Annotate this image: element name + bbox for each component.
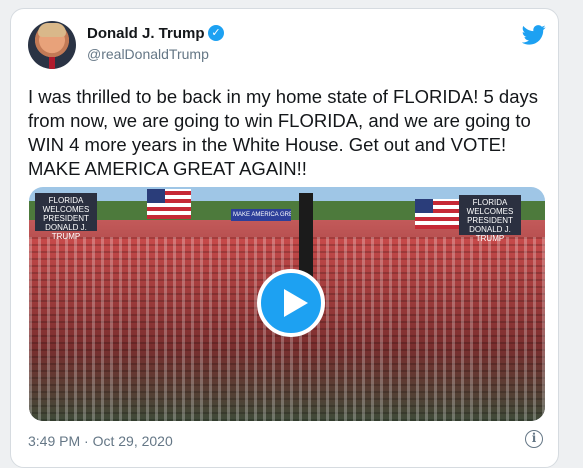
florida-welcomes-sign-right: FLORIDA WELCOMES PRESIDENT DONALD J. TRU… xyxy=(459,195,521,243)
verified-badge-icon: ✓ xyxy=(208,25,224,41)
florida-welcomes-sign-left: FLORIDA WELCOMES PRESIDENT DONALD J. TRU… xyxy=(35,193,97,241)
american-flag-left xyxy=(147,189,191,219)
tweet-body: I was thrilled to be back in my home sta… xyxy=(28,86,538,179)
play-icon xyxy=(284,289,308,317)
maga-banner: MAKE AMERICA GREAT AGAIN xyxy=(231,209,291,221)
tweet-text: I was thrilled to be back in my home sta… xyxy=(28,85,553,181)
play-button[interactable] xyxy=(257,269,325,337)
speaker-tower xyxy=(299,193,313,283)
avatar-tie xyxy=(49,57,55,69)
american-flag-right xyxy=(415,199,459,229)
author-handle[interactable]: @realDonaldTrump xyxy=(87,46,209,62)
avatar[interactable] xyxy=(28,21,76,69)
tweet-timestamp[interactable]: 3:49 PM · Oct 29, 2020 xyxy=(28,433,173,449)
video-thumbnail[interactable]: FLORIDA WELCOMES PRESIDENT DONALD J. TRU… xyxy=(29,187,545,421)
avatar-hair xyxy=(38,23,66,37)
twitter-bird-icon[interactable] xyxy=(522,25,546,45)
info-icon[interactable]: i xyxy=(525,430,543,448)
author-name[interactable]: Donald J. Trump xyxy=(87,25,205,42)
tweet-card[interactable]: Donald J. Trump ✓ @realDonaldTrump I was… xyxy=(10,8,559,468)
